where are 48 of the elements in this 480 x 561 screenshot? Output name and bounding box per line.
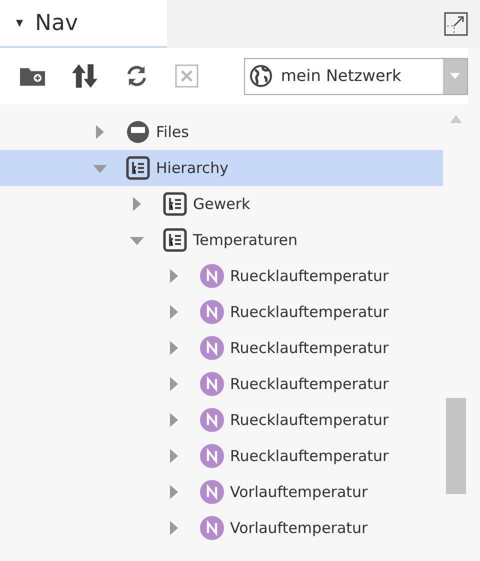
tree-item-label: Temperaturen xyxy=(193,230,298,251)
node-icon xyxy=(200,408,224,432)
tree-row[interactable]: Ruecklauftemperatur xyxy=(0,402,443,438)
tree-row[interactable]: Ruecklauftemperatur xyxy=(0,258,443,294)
caret-icon[interactable]: ▾ xyxy=(16,12,24,34)
tree-item-label: Gewerk xyxy=(193,194,250,215)
drive-icon xyxy=(126,120,150,144)
expand-icon[interactable] xyxy=(444,12,468,36)
close-icon[interactable] xyxy=(175,64,199,88)
tree-row[interactable]: Vorlauftemperatur xyxy=(0,510,443,546)
tree-item-label: Ruecklauftemperatur xyxy=(230,266,389,287)
new-folder-icon[interactable] xyxy=(20,66,46,86)
node-icon xyxy=(200,480,224,504)
tree-item-label: Ruecklauftemperatur xyxy=(230,374,389,395)
node-icon xyxy=(200,264,224,288)
tree-item-label: Vorlauftemperatur xyxy=(230,518,368,539)
tree-row[interactable]: Hierarchy xyxy=(0,150,443,186)
tree-row[interactable]: Ruecklauftemperatur xyxy=(0,438,443,474)
tree-item-label: Ruecklauftemperatur xyxy=(230,302,389,323)
node-icon xyxy=(200,336,224,360)
tree-row[interactable]: Ruecklauftemperatur xyxy=(0,366,443,402)
location-text: mein Netzwerk xyxy=(280,65,402,87)
tree-row[interactable]: Ruecklauftemperatur xyxy=(0,330,443,366)
node-icon xyxy=(200,300,224,324)
tree-row[interactable]: Temperaturen xyxy=(0,222,443,258)
tree-row[interactable]: Gewerk xyxy=(0,186,443,222)
node-icon xyxy=(200,516,224,540)
hierarchy-icon xyxy=(126,156,150,180)
scrollbar-thumb[interactable] xyxy=(446,398,466,494)
refresh-icon[interactable] xyxy=(124,64,148,88)
location-dropdown[interactable]: mein Netzwerk xyxy=(244,58,468,94)
tree-row[interactable]: Files xyxy=(0,114,443,150)
hierarchy-icon xyxy=(163,192,187,216)
scroll-up-icon[interactable] xyxy=(450,115,462,123)
tree-item-label: Hierarchy xyxy=(156,158,229,179)
node-icon xyxy=(200,444,224,468)
panel-tab[interactable]: Nav xyxy=(35,6,78,40)
node-icon xyxy=(200,372,224,396)
tree-item-label: Ruecklauftemperatur xyxy=(230,446,389,467)
tree-item-label: Ruecklauftemperatur xyxy=(230,338,389,359)
hierarchy-icon xyxy=(163,228,187,252)
tree-item-label: Files xyxy=(156,122,189,143)
tree-row[interactable]: Ruecklauftemperatur xyxy=(0,294,443,330)
tree-item-label: Ruecklauftemperatur xyxy=(230,410,389,431)
tree-row[interactable]: Vorlauftemperatur xyxy=(0,474,443,510)
globe-icon xyxy=(248,64,273,88)
tree-item-label: Vorlauftemperatur xyxy=(230,482,368,503)
sort-arrows-icon[interactable] xyxy=(72,64,98,88)
